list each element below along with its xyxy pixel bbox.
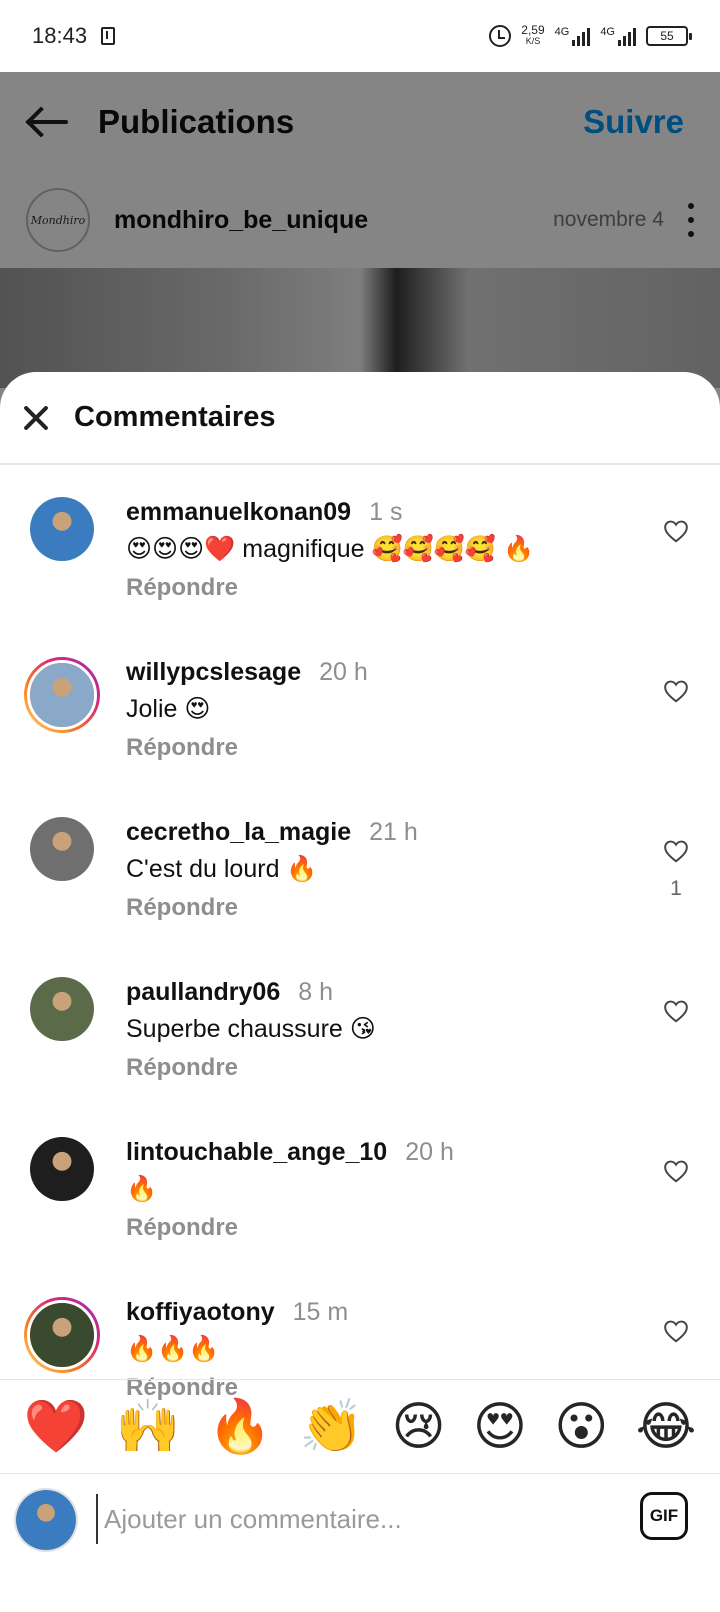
emoji-laughing-button[interactable]: 😂: [636, 1401, 697, 1453]
heart-icon: [664, 1160, 688, 1183]
comment-text: Jolie 😍: [126, 695, 211, 723]
comment-composer: GIF: [0, 1473, 720, 1612]
emoji-raising-hands-button[interactable]: 🙌: [116, 1401, 181, 1453]
comment-item: cecretho_la_magie 21 h C'est du lourd 🔥 R…: [0, 817, 720, 981]
comment-text: C'est du lourd 🔥: [126, 855, 318, 883]
emoji-surprised-button[interactable]: 😮: [554, 1401, 608, 1453]
comment-username[interactable]: emmanuelkonan09: [126, 498, 351, 526]
network-speed-unit: K/S: [525, 36, 541, 46]
comment-time: 8 h: [298, 978, 333, 1006]
comment-time: 15 m: [292, 1298, 349, 1326]
close-icon[interactable]: [22, 404, 50, 432]
emoji-crying-button[interactable]: 😢: [391, 1401, 445, 1453]
status-bar: 18:43 2,59 K/S 4G 4G 55: [0, 0, 720, 72]
commenter-avatar[interactable]: [24, 1297, 100, 1373]
emoji-reaction-bar: ❤️ 🙌 🔥 👏 😢 😍 😮 😂: [0, 1379, 720, 1473]
comment-body: lintouchable_ange_10 20 h 🔥 Répondre: [126, 1137, 640, 1242]
comment-username[interactable]: lintouchable_ange_10: [126, 1138, 387, 1166]
reply-button[interactable]: Répondre: [126, 894, 640, 922]
comment-body: paullandry06 8 h Superbe chaussure 😘 Répo…: [126, 977, 640, 1082]
like-comment-button[interactable]: [662, 679, 690, 717]
emoji-fire-button[interactable]: 🔥: [207, 1401, 272, 1453]
comment-username[interactable]: koffiyaotony: [126, 1298, 275, 1326]
network-type-1: 4G: [554, 26, 570, 38]
reply-button[interactable]: Répondre: [126, 574, 640, 602]
comment-text: 🔥🔥🔥: [126, 1335, 220, 1363]
heart-icon: [664, 1320, 688, 1343]
download-icon: [101, 27, 116, 45]
reply-button[interactable]: Répondre: [126, 734, 640, 762]
battery-level: 55: [660, 29, 674, 43]
comment-time: 20 h: [405, 1138, 454, 1166]
alarm-icon: [489, 25, 512, 47]
comment-text: 🔥: [126, 1175, 158, 1203]
comment-body: emmanuelkonan09 1 s 😍😍😍❤️ magnifique 🥰🥰🥰🥰…: [126, 497, 640, 602]
commenter-avatar[interactable]: [30, 497, 94, 561]
comment-text: Superbe chaussure 😘: [126, 1015, 376, 1043]
comment-body: willypcslesage 20 h Jolie 😍 Répondre: [126, 657, 640, 762]
like-comment-button[interactable]: [662, 519, 690, 557]
comment-input[interactable]: [96, 1494, 630, 1544]
emoji-heart-button[interactable]: ❤️: [24, 1401, 89, 1453]
network-type-2: 4G: [600, 26, 615, 38]
like-comment-button[interactable]: [662, 999, 690, 1037]
comments-title: Commentaires: [74, 401, 276, 433]
like-comment-button[interactable]: 1: [662, 839, 690, 901]
comment-username[interactable]: willypcslesage: [126, 658, 301, 686]
commenter-avatar[interactable]: [24, 657, 100, 733]
heart-icon: [664, 1000, 688, 1023]
comment-body: cecretho_la_magie 21 h C'est du lourd 🔥 R…: [126, 817, 640, 922]
commenter-avatar[interactable]: [30, 1137, 94, 1201]
comment-text: 😍😍😍❤️ magnifique 🥰🥰🥰🥰 🔥: [126, 535, 535, 563]
commenter-avatar[interactable]: [30, 977, 94, 1041]
signal-icon-2: 4G: [600, 26, 636, 46]
like-comment-button[interactable]: [662, 1159, 690, 1197]
comment-item: willypcslesage 20 h Jolie 😍 Répondre: [0, 657, 720, 821]
like-comment-button[interactable]: [662, 1319, 690, 1357]
current-user-avatar: [14, 1488, 78, 1552]
commenter-avatar[interactable]: [30, 817, 94, 881]
like-count: 1: [670, 877, 682, 900]
status-time: 18:43: [32, 23, 88, 48]
gif-button[interactable]: GIF: [640, 1492, 688, 1540]
emoji-heart-eyes-button[interactable]: 😍: [473, 1401, 527, 1453]
comment-item: emmanuelkonan09 1 s 😍😍😍❤️ magnifique 🥰🥰🥰🥰…: [0, 497, 720, 661]
heart-icon: [664, 520, 688, 543]
status-indicators: 2,59 K/S 4G 4G 55: [489, 23, 692, 47]
comments-sheet: Commentaires emmanuelkonan09 1 s 😍😍😍❤️ ma…: [0, 372, 720, 1612]
network-speed: 2,59 K/S: [521, 23, 545, 47]
network-speed-value: 2,59: [521, 23, 545, 37]
heart-icon: [664, 840, 688, 863]
battery-icon: 55: [646, 26, 692, 46]
emoji-clapping-button[interactable]: 👏: [299, 1401, 364, 1453]
comments-header: Commentaires: [0, 372, 720, 465]
comment-item: paullandry06 8 h Superbe chaussure 😘 Répo…: [0, 977, 720, 1141]
reply-button[interactable]: Répondre: [126, 1054, 640, 1082]
comments-list[interactable]: emmanuelkonan09 1 s 😍😍😍❤️ magnifique 🥰🥰🥰🥰…: [0, 467, 720, 1423]
signal-icon-1: 4G: [555, 26, 591, 46]
comment-username[interactable]: cecretho_la_magie: [126, 818, 351, 846]
heart-icon: [664, 680, 688, 703]
comment-username[interactable]: paullandry06: [126, 978, 280, 1006]
comment-time: 21 h: [369, 818, 418, 846]
comment-time: 1 s: [369, 498, 403, 526]
reply-button[interactable]: Répondre: [126, 1214, 640, 1242]
comment-item: lintouchable_ange_10 20 h 🔥 Répondre: [0, 1137, 720, 1301]
comment-time: 20 h: [319, 658, 368, 686]
